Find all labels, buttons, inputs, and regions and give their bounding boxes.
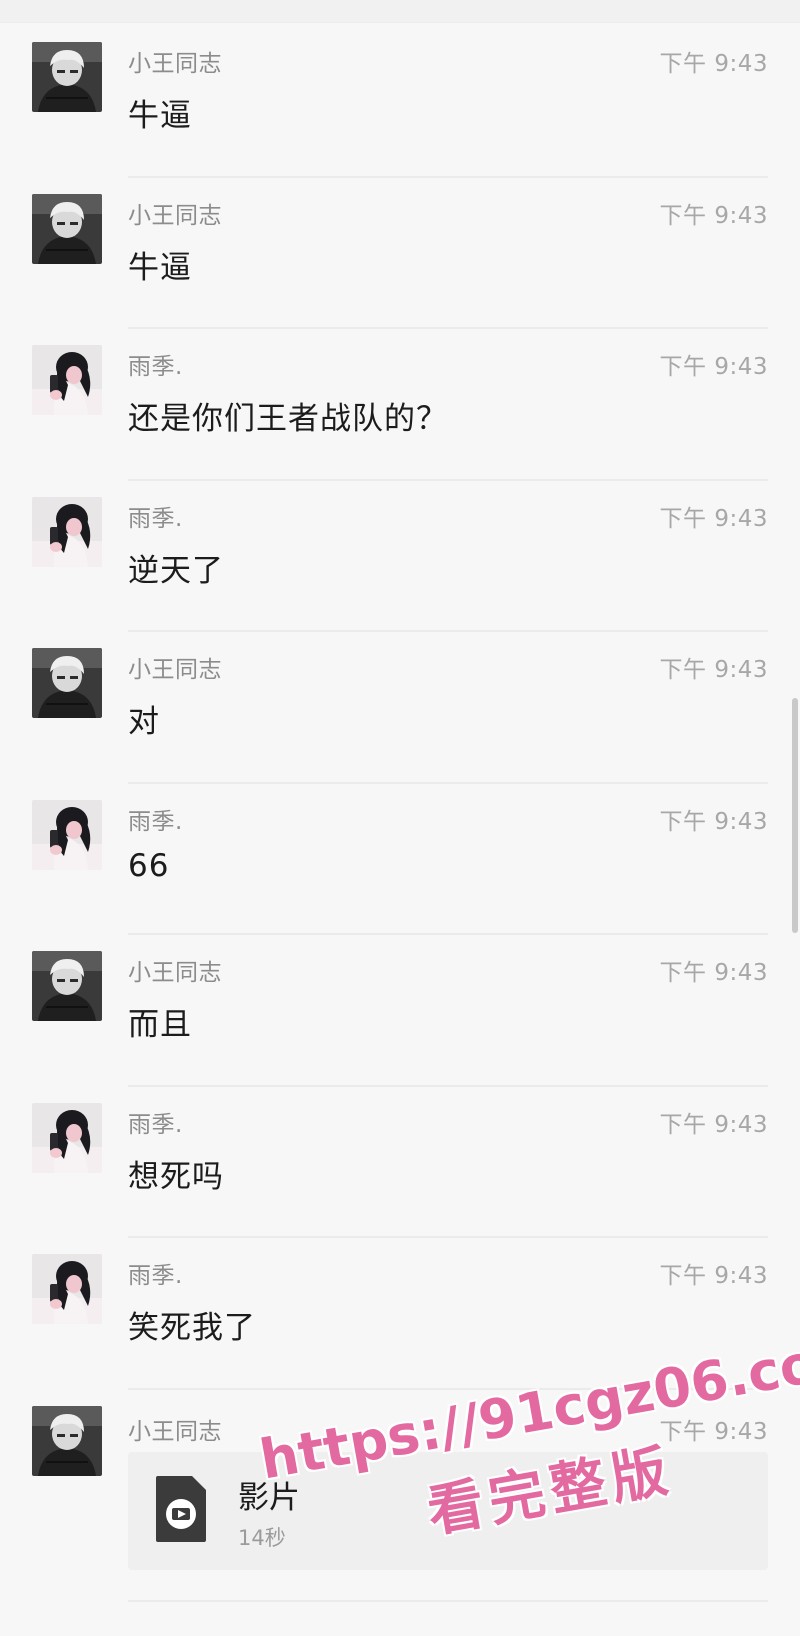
message-row[interactable]: 雨季. 下午 9:43 笑死我了 xyxy=(0,1238,800,1390)
male-avatar-image xyxy=(32,648,102,718)
top-edge xyxy=(0,0,800,23)
video-file-icon xyxy=(156,1476,206,1542)
message-text[interactable]: 对 xyxy=(128,696,160,741)
avatar[interactable] xyxy=(32,951,102,1021)
female-avatar-image xyxy=(32,799,102,870)
divider xyxy=(128,1600,768,1602)
message-time: 下午 9:43 xyxy=(659,960,768,986)
male-avatar-image xyxy=(32,1406,102,1476)
sender-name: 雨季. xyxy=(128,505,183,532)
message-time: 下午 9:43 xyxy=(659,51,768,77)
message-row[interactable]: 小王同志 下午 9:43 而且 xyxy=(0,935,800,1087)
message-time: 下午 9:43 xyxy=(659,1111,768,1138)
sender-name: 小王同志 xyxy=(128,51,222,77)
message-text[interactable]: 而且 xyxy=(128,999,192,1044)
avatar[interactable] xyxy=(32,496,102,567)
message-text[interactable]: 笑死我了 xyxy=(128,1302,256,1347)
sender-name: 小王同志 xyxy=(128,960,222,986)
male-avatar-image xyxy=(32,42,102,112)
sender-name: 雨季. xyxy=(128,1111,183,1138)
female-avatar-image xyxy=(32,345,102,415)
avatar[interactable] xyxy=(32,648,102,718)
scrollbar[interactable] xyxy=(792,698,798,933)
message-row[interactable]: 小王同志 下午 9:43 牛逼 xyxy=(0,26,800,178)
message-text[interactable]: 66 xyxy=(128,848,169,884)
avatar[interactable] xyxy=(32,799,102,870)
message-text[interactable]: 还是你们王者战队的？ xyxy=(128,393,448,438)
message-row[interactable]: 小王同志 下午 9:43 对 xyxy=(0,632,800,784)
female-avatar-image xyxy=(32,1102,102,1173)
message-row[interactable]: 雨季. 下午 9:43 想死吗 xyxy=(0,1087,800,1238)
message-time: 下午 9:43 xyxy=(659,202,768,229)
video-file-attachment[interactable]: 影片 14秒 xyxy=(128,1452,768,1570)
female-avatar-image xyxy=(32,1254,102,1324)
sender-name: 小王同志 xyxy=(128,202,222,229)
message-row[interactable]: 雨季. 下午 9:43 66 xyxy=(0,784,800,935)
avatar[interactable] xyxy=(32,1254,102,1324)
message-time: 下午 9:43 xyxy=(659,354,768,380)
message-time: 下午 9:43 xyxy=(659,808,768,835)
sender-name: 小王同志 xyxy=(128,1419,222,1445)
male-avatar-image xyxy=(32,193,102,264)
message-time: 下午 9:43 xyxy=(659,657,768,683)
female-avatar-image xyxy=(32,496,102,567)
message-row[interactable]: 雨季. 下午 9:43 逆天了 xyxy=(0,481,800,632)
message-text[interactable]: 想死吗 xyxy=(128,1151,224,1196)
message-row[interactable]: 雨季. 下午 9:43 还是你们王者战队的？ xyxy=(0,329,800,481)
message-list[interactable]: 小王同志 下午 9:43 牛逼 小王同志 下午 9:43 牛逼 雨季. 下午 9:43 还是你们… xyxy=(0,26,800,1390)
divider xyxy=(128,1387,768,1390)
message-text[interactable]: 逆天了 xyxy=(128,545,224,590)
message-text[interactable]: 牛逼 xyxy=(128,90,192,135)
file-duration: 14秒 xyxy=(238,1526,286,1550)
sender-name: 小王同志 xyxy=(128,657,222,683)
sender-name: 雨季. xyxy=(128,354,183,380)
message-time: 下午 9:43 xyxy=(659,1419,768,1445)
male-avatar-image xyxy=(32,951,102,1021)
avatar[interactable] xyxy=(32,193,102,264)
sender-name: 雨季. xyxy=(128,808,183,835)
message-time: 下午 9:43 xyxy=(659,505,768,532)
message-text[interactable]: 牛逼 xyxy=(128,242,192,287)
avatar[interactable] xyxy=(32,345,102,415)
avatar[interactable] xyxy=(32,1102,102,1173)
avatar[interactable] xyxy=(32,1406,102,1476)
sender-name: 雨季. xyxy=(128,1263,183,1289)
message-row[interactable]: 小王同志 下午 9:43 牛逼 xyxy=(0,178,800,329)
avatar[interactable] xyxy=(32,42,102,112)
file-name: 影片 xyxy=(238,1480,300,1516)
message-time: 下午 9:43 xyxy=(659,1263,768,1289)
